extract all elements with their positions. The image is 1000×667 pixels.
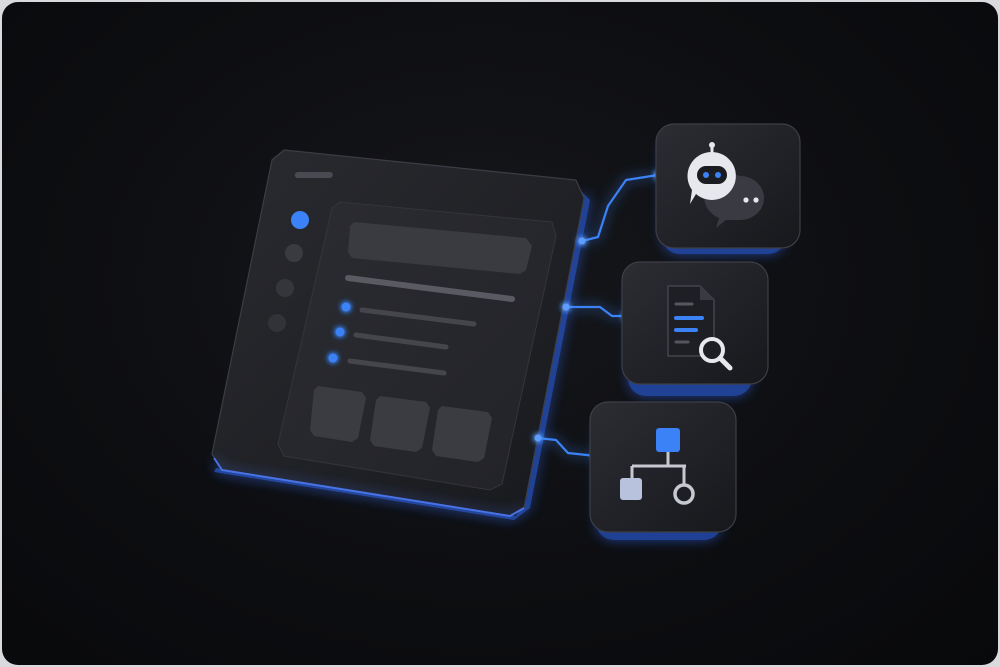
main-window (211, 149, 590, 520)
tile-chatbot[interactable] (655, 123, 801, 254)
illustration-canvas (2, 2, 998, 665)
integration-illustration (211, 123, 801, 540)
connector-chat (580, 173, 660, 243)
list-bullet (341, 302, 351, 312)
window-title-bar (294, 172, 333, 178)
list-bullet (335, 327, 345, 337)
tile-workflow[interactable] (589, 401, 737, 540)
sidebar-nav-item[interactable] (285, 244, 303, 262)
tile-document-search[interactable] (621, 261, 769, 396)
content-card-1[interactable] (310, 386, 366, 442)
sidebar-nav-item[interactable] (268, 314, 286, 332)
connector-doc (564, 305, 628, 318)
content-card-3[interactable] (432, 406, 492, 462)
content-card-2[interactable] (370, 396, 430, 452)
list-bullet (328, 353, 338, 363)
sidebar-nav-item[interactable] (276, 279, 294, 297)
sidebar-nav-active[interactable] (291, 211, 309, 229)
connector-workflow (536, 436, 598, 458)
